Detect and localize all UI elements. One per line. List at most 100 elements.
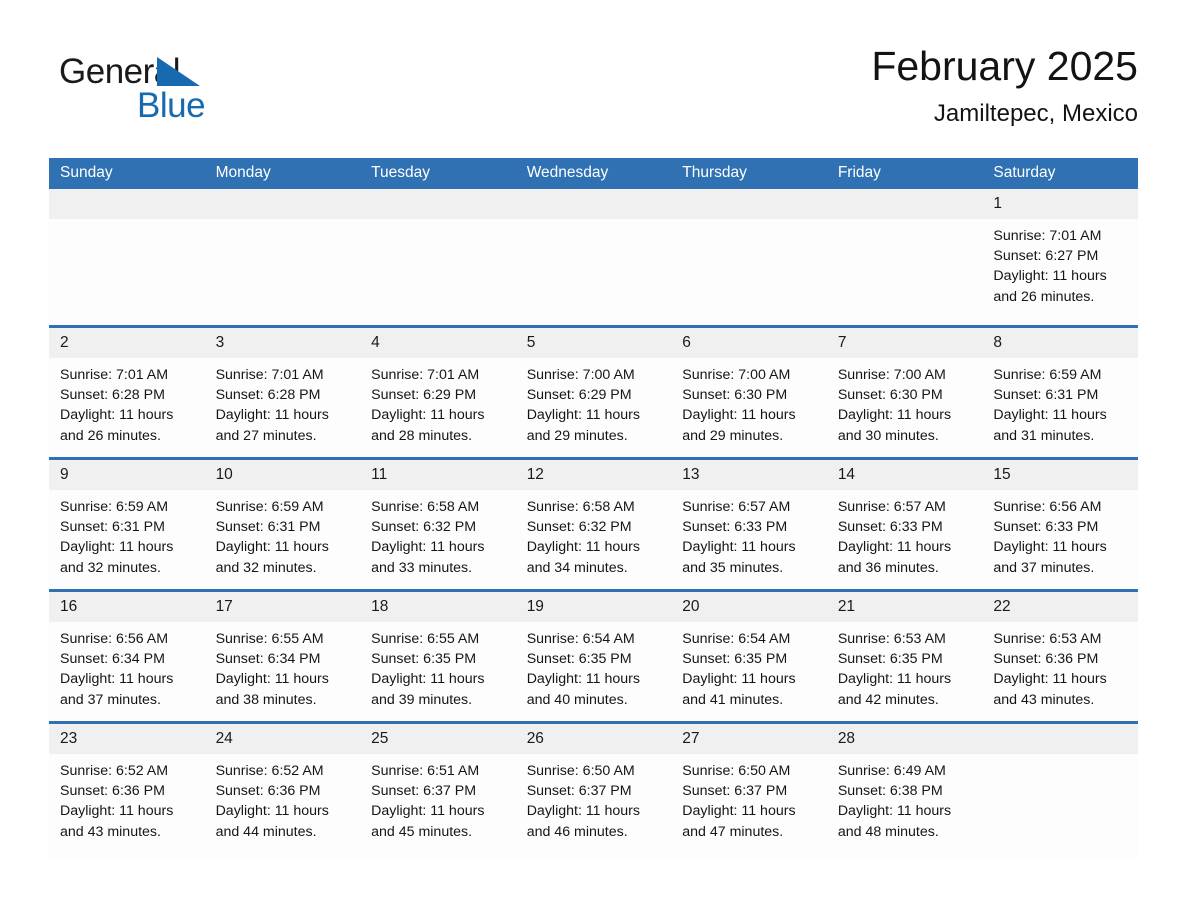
daylight-text-line2: and 27 minutes. <box>215 427 317 444</box>
day-cell-inner: 8 Sunrise: 6:59 AM Sunset: 6:31 PM Daylight… <box>982 328 1138 457</box>
sunrise-text: Sunrise: 7:00 AM <box>837 367 946 383</box>
day-sun-info: Sunrise: 6:54 AM Sunset: 6:35 PM Daylight:… <box>516 622 672 710</box>
calendar-day-cell[interactable]: 1 Sunrise: 7:01 AM Sunset: 6:27 PM Daylight… <box>982 189 1138 327</box>
calendar-day-cell[interactable]: 21 Sunrise: 6:53 AM Sunset: 6:35 PM Dayligh… <box>826 589 983 723</box>
calendar-day-cell[interactable]: 6 Sunrise: 7:00 AM Sunset: 6:30 PM Daylight… <box>671 325 827 459</box>
day-sun-info: Sunrise: 7:00 AM Sunset: 6:30 PM Daylight:… <box>671 358 827 446</box>
day-number <box>671 189 827 219</box>
day-number: 1 <box>982 189 1138 219</box>
daylight-text-line2: and 33 minutes. <box>371 559 473 576</box>
daylight-text-line2: and 41 minutes. <box>682 691 784 708</box>
day-cell-inner: 6 Sunrise: 7:00 AM Sunset: 6:30 PM Daylight… <box>671 328 827 457</box>
day-number <box>360 189 516 219</box>
calendar-day-cell[interactable]: 7 Sunrise: 7:00 AM Sunset: 6:30 PM Daylight… <box>826 325 983 459</box>
daylight-text-line2: and 35 minutes. <box>682 559 784 576</box>
sunset-text: Sunset: 6:33 PM <box>682 519 788 536</box>
daylight-text-line1: Daylight: 11 hours <box>215 671 329 688</box>
day-sun-info: Sunrise: 7:00 AM Sunset: 6:29 PM Daylight:… <box>516 358 672 446</box>
calendar-day-cell[interactable]: 14 Sunrise: 6:57 AM Sunset: 6:33 PM Dayligh… <box>826 457 983 591</box>
calendar-day-cell[interactable]: 11 Sunrise: 6:58 AM Sunset: 6:32 PM Dayligh… <box>360 457 516 591</box>
calendar-day-cell[interactable]: 18 Sunrise: 6:55 AM Sunset: 6:35 PM Dayligh… <box>360 589 516 723</box>
day-number: 5 <box>515 328 672 358</box>
daylight-text-line1: Daylight: 11 hours <box>215 803 329 820</box>
day-number: 4 <box>360 328 516 358</box>
sunrise-text: Sunrise: 6:54 AM <box>682 631 791 647</box>
sunset-text: Sunset: 6:35 PM <box>837 651 943 668</box>
calendar-day-cell[interactable]: 19 Sunrise: 6:54 AM Sunset: 6:35 PM Dayligh… <box>515 589 672 723</box>
sunrise-text: Sunrise: 6:50 AM <box>526 763 635 779</box>
daylight-text-line1: Daylight: 11 hours <box>371 407 485 424</box>
day-sun-info: Sunrise: 6:59 AM Sunset: 6:31 PM Daylight:… <box>205 490 361 578</box>
page-header: General Blue February 2025 Jamiltepec, M… <box>49 40 1138 150</box>
daylight-text-line1: Daylight: 11 hours <box>837 671 952 688</box>
sunset-text: Sunset: 6:35 PM <box>526 651 632 668</box>
daylight-text-line2: and 36 minutes. <box>837 559 939 576</box>
day-sun-info: Sunrise: 7:01 AM Sunset: 6:29 PM Daylight:… <box>360 358 516 446</box>
calendar-week-row: 9 Sunrise: 6:59 AM Sunset: 6:31 PM Daylight… <box>49 457 1138 591</box>
daylight-text-line2: and 31 minutes. <box>993 427 1095 444</box>
daylight-text-line2: and 48 minutes. <box>837 823 939 840</box>
day-number: 12 <box>515 460 672 490</box>
weekday-header-thursday: Thursday <box>671 158 827 189</box>
day-sun-info: Sunrise: 6:51 AM Sunset: 6:37 PM Daylight:… <box>360 754 516 842</box>
day-sun-info: Sunrise: 6:58 AM Sunset: 6:32 PM Daylight:… <box>516 490 672 578</box>
daylight-text-line1: Daylight: 11 hours <box>993 407 1107 424</box>
daylight-text-line1: Daylight: 11 hours <box>60 407 174 424</box>
calendar-day-cell[interactable]: 20 Sunrise: 6:54 AM Sunset: 6:35 PM Dayligh… <box>671 589 827 723</box>
weekday-header-friday: Friday <box>826 158 983 189</box>
calendar-week-row: 1 Sunrise: 7:01 AM Sunset: 6:27 PM Daylight… <box>49 189 1138 327</box>
calendar-day-cell[interactable]: 2 Sunrise: 7:01 AM Sunset: 6:28 PM Daylight… <box>49 325 205 459</box>
calendar-day-cell[interactable]: 8 Sunrise: 6:59 AM Sunset: 6:31 PM Daylight… <box>982 325 1138 459</box>
calendar-day-cell[interactable]: 25 Sunrise: 6:51 AM Sunset: 6:37 PM Dayligh… <box>360 721 516 858</box>
day-cell-inner: 21 Sunrise: 6:53 AM Sunset: 6:35 PM Dayligh… <box>826 592 983 721</box>
day-cell-inner: 20 Sunrise: 6:54 AM Sunset: 6:35 PM Dayligh… <box>671 592 827 721</box>
sunset-text: Sunset: 6:37 PM <box>371 783 477 800</box>
calendar-day-cell[interactable]: 4 Sunrise: 7:01 AM Sunset: 6:29 PM Daylight… <box>360 325 516 459</box>
day-sun-info: Sunrise: 6:50 AM Sunset: 6:37 PM Daylight:… <box>516 754 672 842</box>
day-cell-inner: 1 Sunrise: 7:01 AM Sunset: 6:27 PM Daylight… <box>982 189 1138 325</box>
calendar-day-cell[interactable]: 13 Sunrise: 6:57 AM Sunset: 6:33 PM Dayligh… <box>671 457 827 591</box>
calendar-day-cell-empty <box>360 189 516 327</box>
day-sun-info: Sunrise: 6:49 AM Sunset: 6:38 PM Daylight:… <box>827 754 983 842</box>
day-sun-info: Sunrise: 6:52 AM Sunset: 6:36 PM Daylight:… <box>49 754 205 842</box>
day-cell-inner: 19 Sunrise: 6:54 AM Sunset: 6:35 PM Dayligh… <box>515 592 672 721</box>
calendar-day-cell[interactable]: 10 Sunrise: 6:59 AM Sunset: 6:31 PM Dayligh… <box>204 457 361 591</box>
calendar-day-cell[interactable]: 23 Sunrise: 6:52 AM Sunset: 6:36 PM Dayligh… <box>49 721 205 858</box>
daylight-text-line2: and 32 minutes. <box>60 559 161 576</box>
title-block: February 2025 Jamiltepec, Mexico <box>871 40 1138 130</box>
daylight-text-line2: and 34 minutes. <box>526 559 628 576</box>
calendar-day-cell[interactable]: 16 Sunrise: 6:56 AM Sunset: 6:34 PM Dayligh… <box>49 589 205 723</box>
calendar-day-cell-empty <box>671 189 827 327</box>
calendar-day-cell[interactable]: 15 Sunrise: 6:56 AM Sunset: 6:33 PM Dayligh… <box>982 457 1138 591</box>
day-cell-inner: 28 Sunrise: 6:49 AM Sunset: 6:38 PM Dayligh… <box>826 724 983 858</box>
calendar-day-cell[interactable]: 5 Sunrise: 7:00 AM Sunset: 6:29 PM Daylight… <box>515 325 672 459</box>
calendar-day-cell[interactable]: 3 Sunrise: 7:01 AM Sunset: 6:28 PM Daylight… <box>204 325 361 459</box>
daylight-text-line2: and 43 minutes. <box>993 691 1095 708</box>
calendar-day-cell[interactable]: 24 Sunrise: 6:52 AM Sunset: 6:36 PM Dayligh… <box>204 721 361 858</box>
daylight-text-line2: and 29 minutes. <box>526 427 628 444</box>
sunset-text: Sunset: 6:34 PM <box>215 651 321 668</box>
calendar-day-cell[interactable]: 12 Sunrise: 6:58 AM Sunset: 6:32 PM Dayligh… <box>515 457 672 591</box>
day-sun-info: Sunrise: 7:01 AM Sunset: 6:27 PM Daylight:… <box>982 219 1138 307</box>
calendar-day-cell[interactable]: 9 Sunrise: 6:59 AM Sunset: 6:31 PM Daylight… <box>49 457 205 591</box>
day-sun-info: Sunrise: 6:54 AM Sunset: 6:35 PM Daylight:… <box>671 622 827 710</box>
sunset-text: Sunset: 6:30 PM <box>682 387 788 404</box>
sunset-text: Sunset: 6:36 PM <box>60 783 165 800</box>
day-sun-info: Sunrise: 6:55 AM Sunset: 6:35 PM Daylight:… <box>360 622 516 710</box>
calendar-day-cell[interactable]: 22 Sunrise: 6:53 AM Sunset: 6:36 PM Dayligh… <box>982 589 1138 723</box>
logo-text-general: General <box>59 52 181 91</box>
calendar-day-cell[interactable]: 27 Sunrise: 6:50 AM Sunset: 6:37 PM Dayligh… <box>671 721 827 858</box>
day-cell-inner: 26 Sunrise: 6:50 AM Sunset: 6:37 PM Dayligh… <box>515 724 672 858</box>
daylight-text-line2: and 26 minutes. <box>993 288 1095 305</box>
sunset-text: Sunset: 6:30 PM <box>837 387 943 404</box>
calendar-day-cell[interactable]: 17 Sunrise: 6:55 AM Sunset: 6:34 PM Dayligh… <box>204 589 361 723</box>
day-number: 11 <box>360 460 516 490</box>
calendar-day-cell[interactable]: 26 Sunrise: 6:50 AM Sunset: 6:37 PM Dayligh… <box>515 721 672 858</box>
sunrise-text: Sunrise: 6:55 AM <box>215 631 324 647</box>
calendar-day-cell[interactable]: 28 Sunrise: 6:49 AM Sunset: 6:38 PM Dayligh… <box>826 721 983 858</box>
sunrise-text: Sunrise: 6:58 AM <box>371 499 480 515</box>
calendar-page: General Blue February 2025 Jamiltepec, M… <box>0 0 1188 918</box>
calendar-week-row: 16 Sunrise: 6:56 AM Sunset: 6:34 PM Dayligh… <box>49 589 1138 723</box>
daylight-text-line1: Daylight: 11 hours <box>371 803 485 820</box>
day-sun-info: Sunrise: 6:53 AM Sunset: 6:36 PM Daylight:… <box>982 622 1138 710</box>
